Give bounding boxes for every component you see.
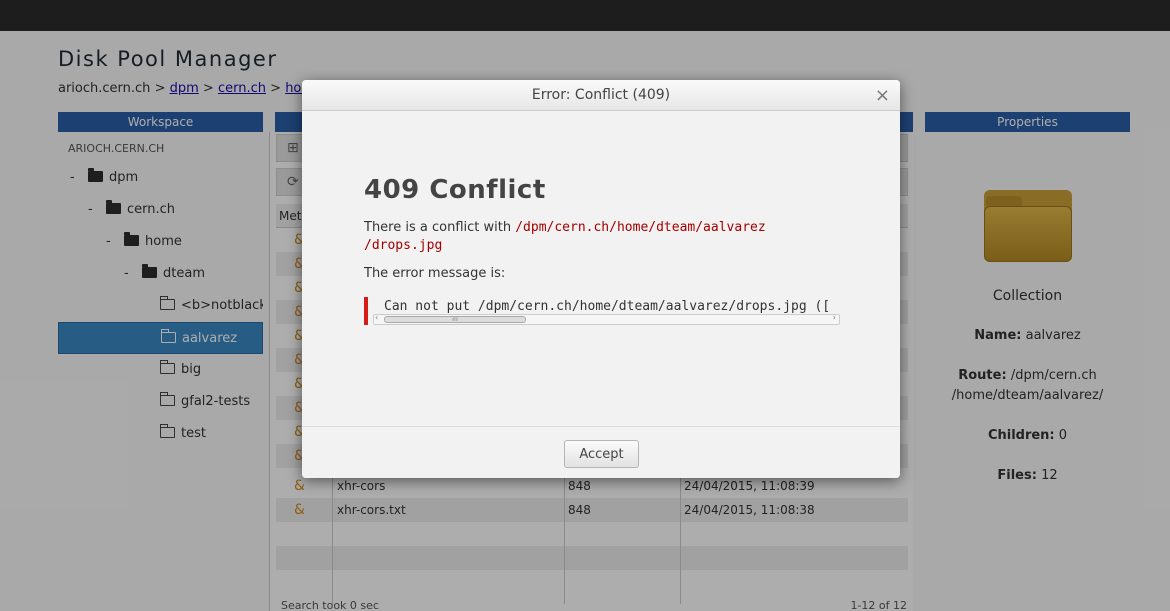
dialog-footer: Accept [302,426,900,478]
conflict-path: /dpm/cern.ch/home/dteam/aalvarez [515,220,766,235]
dialog-body: 409 Conflict There is a conflict with /d… [302,111,900,426]
error-label: The error message is: [364,266,506,281]
conflict-path-cont: /drops.jpg [364,238,443,253]
conflict-text: There is a conflict with /dpm/cern.ch/ho… [364,220,766,253]
scroll-left-icon[interactable]: ‹ [375,313,378,322]
dialog-titlebar: Error: Conflict (409) × [302,80,900,111]
horizontal-scrollbar[interactable]: ‹ ⁞⁞⁞ › [373,313,840,325]
scroll-right-icon[interactable]: › [833,313,836,322]
close-icon[interactable]: × [875,80,890,111]
scroll-thumb[interactable]: ⁞⁞⁞ [384,316,526,323]
error-message: Can not put /dpm/cern.ch/home/dteam/aalv… [384,299,831,314]
dialog-title: Error: Conflict (409) [531,87,671,103]
error-heading: 409 Conflict [364,175,546,205]
error-message-box: Can not put /dpm/cern.ch/home/dteam/aalv… [364,297,840,325]
error-dialog: Error: Conflict (409) × 409 Conflict The… [302,80,900,478]
accept-button[interactable]: Accept [564,440,639,468]
